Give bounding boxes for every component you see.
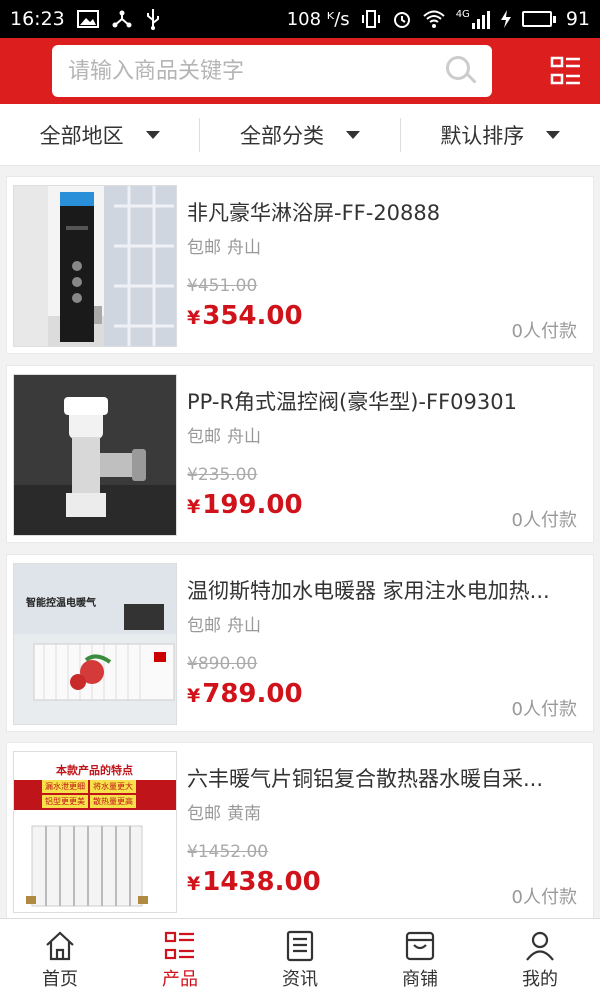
original-price: ¥451.00 — [187, 276, 258, 296]
current-price: ¥789.00 — [187, 679, 303, 709]
image-tag: 散热量更高 — [90, 795, 136, 808]
image-overlay-text: 本款产品的特点 — [56, 764, 133, 777]
image-tag-row: 漏水泄更细 将水量更大 铝型更更美 散热量更高 — [42, 780, 152, 808]
nav-label: 产品 — [162, 969, 198, 990]
signal-label: 4G — [455, 9, 470, 20]
paid-count: 0人付款 — [511, 699, 577, 720]
charging-icon — [500, 10, 511, 28]
nav-mine[interactable]: 我的 — [480, 919, 600, 1000]
shop-icon — [405, 931, 435, 961]
list-icon — [164, 931, 194, 960]
current-price: ¥199.00 — [187, 490, 303, 520]
alarm-icon — [393, 12, 410, 28]
original-price: ¥1452.00 — [187, 842, 269, 862]
app-header — [0, 38, 600, 104]
product-item[interactable]: 智能控温电暖气 温彻斯特加水电暖器 家用注水电加热... 包邮 舟山 ¥890.0… — [6, 554, 594, 732]
product-title[interactable]: 温彻斯特加水电暖器 家用注水电加热... — [187, 575, 579, 605]
battery-icon — [521, 11, 556, 27]
original-price: ¥890.00 — [187, 654, 258, 674]
user-icon — [526, 931, 554, 961]
battery-percent: 91 — [565, 8, 590, 30]
product-item[interactable]: PP-R角式温控阀(豪华型)-FF09301 包邮 舟山 ¥235.00 ¥199… — [6, 365, 594, 543]
image-icon — [76, 10, 99, 28]
filter-region[interactable]: 全部地区 — [0, 118, 199, 152]
product-image-electric-heater[interactable]: 智能控温电暖气 — [13, 563, 177, 725]
current-price: ¥354.00 — [187, 301, 303, 331]
status-bar: 16:23 108 ᴷ/s 4G 91 — [0, 0, 600, 38]
product-shipping: 包邮 黄南 — [187, 804, 261, 824]
filter-label: 全部地区 — [39, 123, 124, 148]
filter-category[interactable]: 全部分类 — [199, 117, 399, 152]
paid-count: 0人付款 — [511, 321, 577, 342]
search-icon[interactable] — [446, 56, 477, 86]
product-shipping: 包邮 舟山 — [187, 427, 261, 447]
product-item[interactable]: 非凡豪华淋浴屏-FF-20888 包邮 舟山 ¥451.00 ¥354.00 0人… — [6, 176, 594, 354]
nav-shop[interactable]: 商铺 — [360, 919, 480, 1000]
nav-label: 首页 — [42, 969, 78, 990]
network-speed: 108 ᴷ/s — [286, 8, 350, 30]
share-icon — [112, 10, 132, 28]
clock: 16:23 — [10, 8, 65, 30]
nav-label: 商铺 — [402, 969, 438, 990]
filter-label: 全部分类 — [239, 123, 324, 148]
image-tag: 将水量更大 — [90, 780, 136, 793]
original-price: ¥235.00 — [187, 465, 258, 485]
home-icon — [46, 931, 74, 961]
nav-label: 我的 — [522, 969, 558, 990]
nav-news[interactable]: 资讯 — [240, 919, 360, 1000]
caret-down-icon — [345, 130, 360, 139]
caret-down-icon — [145, 130, 160, 139]
product-image-radiator[interactable]: 本款产品的特点 漏水泄更细 将水量更大 铝型更更美 散热量更高 — [13, 751, 177, 913]
nav-products[interactable]: 产品 — [120, 919, 240, 1000]
product-item[interactable]: 本款产品的特点 漏水泄更细 将水量更大 铝型更更美 散热量更高 六丰暖气片铜铝复… — [6, 742, 594, 920]
filter-label: 默认排序 — [440, 123, 525, 148]
signal-icon: 4G — [456, 9, 490, 29]
image-tag: 铝型更更美 — [42, 795, 88, 808]
caret-down-icon — [546, 130, 561, 139]
image-tag: 漏水泄更细 — [42, 780, 88, 793]
nav-home[interactable]: 首页 — [0, 919, 120, 1000]
usb-icon — [146, 9, 159, 30]
search-input[interactable] — [68, 58, 446, 84]
current-price: ¥1438.00 — [187, 867, 321, 897]
filter-bar: 全部地区 全部分类 默认排序 — [0, 104, 600, 166]
product-shipping: 包邮 舟山 — [187, 238, 261, 258]
wifi-icon — [423, 10, 445, 28]
category-menu-icon[interactable] — [550, 56, 582, 86]
product-title[interactable]: PP-R角式温控阀(豪华型)-FF09301 — [187, 386, 579, 416]
product-title[interactable]: 六丰暖气片铜铝复合散热器水暖自采... — [187, 763, 579, 793]
news-icon — [286, 930, 314, 962]
nav-label: 资讯 — [282, 969, 318, 990]
image-overlay-text: 智能控温电暖气 — [26, 598, 96, 609]
product-image-valve[interactable] — [13, 374, 177, 536]
paid-count: 0人付款 — [511, 887, 577, 908]
filter-sort[interactable]: 默认排序 — [399, 117, 600, 152]
product-shipping: 包邮 舟山 — [187, 616, 261, 636]
paid-count: 0人付款 — [511, 510, 577, 531]
vibrate-icon — [361, 10, 380, 28]
bottom-nav: 首页 产品 资讯 商铺 我的 — [0, 918, 600, 1000]
search-box[interactable] — [52, 45, 492, 97]
product-title[interactable]: 非凡豪华淋浴屏-FF-20888 — [187, 197, 579, 227]
product-image-shower-panel[interactable] — [13, 185, 177, 347]
